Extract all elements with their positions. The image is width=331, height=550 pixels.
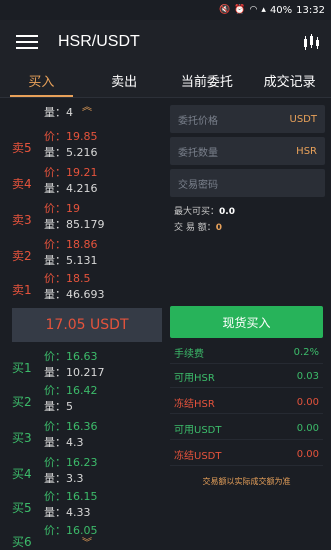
buy-price: 价：16.15 (44, 490, 98, 503)
sell-price: 价：19.21 (44, 166, 98, 179)
available-usdt-value: 0.00 (296, 423, 319, 434)
tab-buy[interactable]: 买入 (0, 64, 83, 97)
order-book: ︽ 量：4 卖5 价：19.85 量：5.216 卖4 价：19.21 量：4.… (0, 98, 165, 550)
quantity-field[interactable]: 委托数量 HSR (170, 137, 325, 165)
hamburger-icon[interactable] (16, 35, 38, 49)
quantity-placeholder: 委托数量 (178, 147, 218, 159)
buy-price: 价：16.23 (44, 456, 98, 469)
tab-trade-history[interactable]: 成交记录 (248, 64, 331, 97)
frozen-usdt-row: 冻结USDT 0.00 (170, 444, 323, 466)
sell-row[interactable]: 卖1 价：18.5 量：46.693 (0, 270, 165, 306)
available-hsr-label: 可用HSR (174, 373, 215, 384)
wifi-icon: ◠ (249, 5, 258, 15)
sell-qty: 量：5.131 (44, 254, 98, 267)
buy-row[interactable]: 买1 价：16.63 量：10.217 (0, 348, 165, 384)
trade-amount-value: 0 (215, 223, 222, 233)
scroll-up-icon[interactable]: ︽ (82, 98, 92, 113)
spot-buy-button[interactable]: 现货买入 (170, 306, 323, 338)
max-buy-label: 最大可买： (174, 207, 220, 217)
buy-qty: 量：4.33 (44, 506, 91, 519)
trade-amount-label: 交 易 额： (174, 223, 216, 233)
app-header: HSR/USDT (0, 20, 331, 64)
available-usdt-label: 可用USDT (174, 425, 222, 436)
buy-row[interactable]: 买5 价：16.15 量：4.33 (0, 488, 165, 524)
buy-price: 价：16.42 (44, 384, 98, 397)
buy-qty: 量：10.217 (44, 366, 105, 379)
price-field[interactable]: 委托价格 USDT (170, 105, 325, 133)
tab-open-orders[interactable]: 当前委托 (166, 64, 249, 97)
buy-level-label: 买3 (12, 431, 32, 445)
buy-row[interactable]: 买4 价：16.23 量：3.3 (0, 454, 165, 490)
frozen-hsr-label: 冻结HSR (174, 399, 215, 410)
buy-level-label: 买5 (12, 501, 32, 515)
available-hsr-row: 可用HSR 0.03 (170, 366, 323, 388)
sell-row[interactable]: 卖5 价：19.85 量：5.216 (0, 128, 165, 164)
available-hsr-value: 0.03 (296, 371, 319, 382)
price-placeholder: 委托价格 (178, 115, 218, 127)
signal-icon: ▴ (261, 5, 266, 15)
max-buy-value: 0.0 (219, 207, 235, 217)
sell-level-label: 卖4 (12, 177, 32, 191)
sell-qty: 量：46.693 (44, 288, 105, 301)
frozen-usdt-value: 0.00 (296, 449, 319, 460)
buy-level-label: 买4 (12, 467, 32, 481)
battery-level: 40% (269, 4, 293, 16)
partial-row-qty: 量：4 (44, 106, 73, 119)
kline-icon[interactable] (303, 33, 321, 51)
tab-sell[interactable]: 卖出 (83, 64, 166, 97)
buy-qty: 量：5 (44, 400, 73, 413)
sell-level-label: 卖1 (12, 283, 32, 297)
alarm-icon: ⏰ (234, 5, 246, 15)
sell-level-label: 卖2 (12, 249, 32, 263)
sell-level-label: 卖3 (12, 213, 32, 227)
fee-row: 手续费 0.2% (170, 342, 323, 364)
last-price: 17.05 USDT (12, 308, 162, 342)
fee-value: 0.2% (293, 347, 319, 358)
sell-price: 价：18.5 (44, 272, 91, 285)
sell-price: 价：19.85 (44, 130, 98, 143)
buy-price: 价：16.36 (44, 420, 98, 433)
buy-qty: 量：4.3 (44, 436, 84, 449)
trade-tabs: 买入 卖出 当前委托 成交记录 (0, 64, 331, 98)
max-buy: 最大可买：0.0 (174, 204, 235, 217)
page-title: HSR/USDT (58, 33, 140, 50)
buy-qty: 量：3.3 (44, 472, 84, 485)
buy-level-label: 买1 (12, 361, 32, 375)
password-field[interactable]: 交易密码 (170, 169, 325, 197)
fee-label: 手续费 (174, 349, 204, 360)
buy-row[interactable]: 买2 价：16.42 量：5 (0, 382, 165, 418)
sell-row[interactable]: 卖3 价：19 量：85.179 (0, 200, 165, 236)
available-usdt-row: 可用USDT 0.00 (170, 418, 323, 440)
buy-level-label: 买6 (12, 535, 32, 549)
status-bar: 🔇 ⏰ ◠ ▴ 40% 13:32 (0, 0, 331, 20)
quantity-unit: HSR (296, 145, 317, 157)
mute-icon: 🔇 (219, 5, 231, 15)
sell-qty: 量：4.216 (44, 182, 98, 195)
trade-note: 交易额以实际成交额为准 (202, 477, 291, 486)
sell-row[interactable]: 卖2 价：18.86 量：5.131 (0, 236, 165, 272)
buy-price: 价：16.63 (44, 350, 98, 363)
trade-amount: 交 易 额：0 (174, 220, 222, 233)
buy-row[interactable]: 买3 价：16.36 量：4.3 (0, 418, 165, 454)
buy-level-label: 买2 (12, 395, 32, 409)
sell-qty: 量：5.216 (44, 146, 98, 159)
frozen-hsr-value: 0.00 (296, 397, 319, 408)
password-placeholder: 交易密码 (178, 179, 218, 191)
sell-row[interactable]: 卖4 价：19.21 量：4.216 (0, 164, 165, 200)
clock: 13:32 (296, 4, 325, 16)
frozen-usdt-label: 冻结USDT (174, 451, 222, 462)
price-unit: USDT (289, 113, 317, 125)
sell-level-label: 卖5 (12, 141, 32, 155)
sell-price: 价：18.86 (44, 238, 98, 251)
frozen-hsr-row: 冻结HSR 0.00 (170, 392, 323, 414)
sell-price: 价：19 (44, 202, 80, 215)
scroll-down-icon[interactable]: ︾ (82, 534, 92, 549)
sell-qty: 量：85.179 (44, 218, 105, 231)
